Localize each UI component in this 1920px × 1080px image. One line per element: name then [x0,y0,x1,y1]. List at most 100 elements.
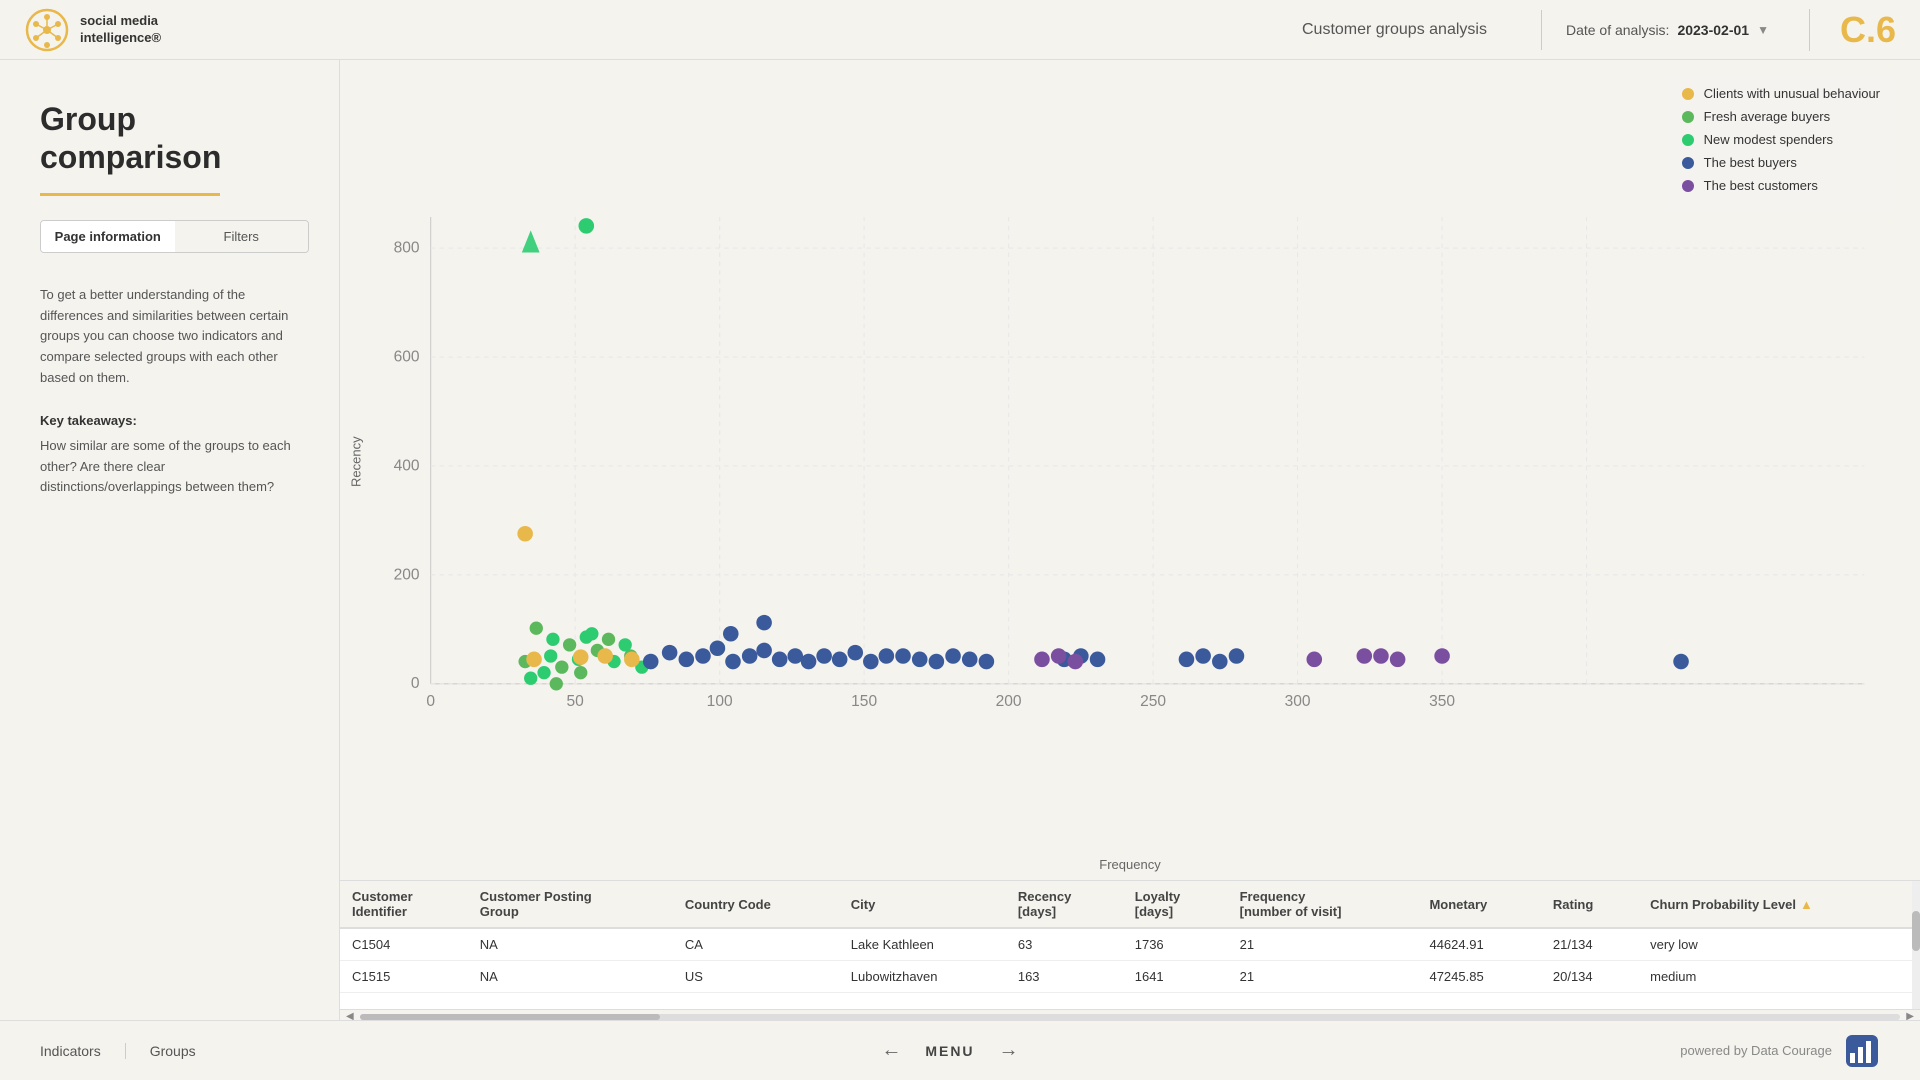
table-header-row: CustomerIdentifier Customer PostingGroup… [340,881,1920,928]
cell-recency-1: 63 [1006,928,1123,961]
vertical-scrollbar[interactable] [1912,881,1920,1009]
cell-posting-1: NA [468,928,673,961]
content-area: Recency 0 200 400 [340,60,1920,1020]
cell-id-2: C1515 [340,961,468,993]
sidebar-key-takeaways-label: Key takeaways: [40,413,309,428]
sidebar-title: Groupcomparison [40,100,309,177]
legend-item-fresh: Fresh average buyers [1682,109,1880,124]
data-table: CustomerIdentifier Customer PostingGroup… [340,881,1920,993]
cell-posting-2: NA [468,961,673,993]
sidebar-underline [40,193,220,196]
legend: Clients with unusual behaviour Fresh ave… [1666,76,1896,211]
svg-text:100: 100 [707,693,733,710]
footer-right: powered by Data Courage [1680,1033,1880,1069]
scroll-right-icon[interactable]: ▶ [1900,1011,1920,1020]
svg-text:0: 0 [426,693,435,710]
svg-text:400: 400 [394,457,420,474]
sidebar: Groupcomparison Page information Filters… [0,60,340,1020]
date-area: Date of analysis: 2023-02-01 ▼ [1566,22,1769,38]
legend-item-best-customers: The best customers [1682,178,1880,193]
cell-country-1: CA [673,928,839,961]
svg-text:350: 350 [1429,693,1455,710]
scrollbar-thumb-v [1912,911,1920,951]
legend-label-best-customers: The best customers [1704,178,1818,193]
col-monetary[interactable]: Monetary [1417,881,1540,928]
footer-nav-indicators[interactable]: Indicators [40,1043,126,1059]
cell-id-1: C1504 [340,928,468,961]
svg-text:200: 200 [394,566,420,583]
logo-text: social media intelligence® [80,13,161,47]
header: social media intelligence® Customer grou… [0,0,1920,60]
horizontal-scrollbar[interactable] [360,1014,1901,1020]
legend-dot-best-customers [1682,180,1694,192]
cell-loyalty-1: 1736 [1123,928,1228,961]
powered-by-text: powered by Data Courage [1680,1043,1832,1058]
logo-area: social media intelligence® [24,7,364,53]
cell-churn-2: medium [1638,961,1920,993]
legend-dot-modest [1682,134,1694,146]
tab-filters[interactable]: Filters [175,221,309,252]
col-recency[interactable]: Recency[days] [1006,881,1123,928]
col-loyalty[interactable]: Loyalty[days] [1123,881,1228,928]
svg-text:200: 200 [996,693,1022,710]
scatter-container: Recency 0 200 400 [340,60,1920,853]
date-label: Date of analysis: [1566,22,1670,38]
header-title: Customer groups analysis [1302,21,1517,39]
header-center: Customer groups analysis Date of analysi… [364,9,1896,51]
footer-nav: Indicators Groups [40,1043,220,1059]
col-customer-posting-group[interactable]: Customer PostingGroup [468,881,673,928]
footer-nav-groups[interactable]: Groups [150,1043,220,1059]
table-row: C1515 NA US Lubowitzhaven 163 1641 21 47… [340,961,1920,993]
legend-label-fresh: Fresh average buyers [1704,109,1830,124]
tab-page-information[interactable]: Page information [41,221,175,252]
cell-monetary-1: 44624.91 [1417,928,1540,961]
legend-label-modest: New modest spenders [1704,132,1833,147]
cell-rating-2: 20/134 [1541,961,1638,993]
cell-country-2: US [673,961,839,993]
col-city[interactable]: City [839,881,1006,928]
col-churn[interactable]: Churn Probability Level▲ [1638,881,1920,928]
cell-recency-2: 163 [1006,961,1123,993]
cell-frequency-2: 21 [1228,961,1418,993]
col-rating[interactable]: Rating [1541,881,1638,928]
main-layout: Groupcomparison Page information Filters… [0,60,1920,1020]
scrollbar-thumb-h [360,1014,660,1020]
col-frequency[interactable]: Frequency[number of visit] [1228,881,1418,928]
legend-item-modest: New modest spenders [1682,132,1880,147]
svg-text:300: 300 [1285,693,1311,710]
scroll-left-icon[interactable]: ◀ [340,1011,360,1020]
date-dropdown-icon[interactable]: ▼ [1757,23,1769,37]
footer-center: ← MENU → [220,1039,1681,1062]
legend-dot-unusual [1682,88,1694,100]
svg-text:150: 150 [851,693,877,710]
date-value: 2023-02-01 [1677,22,1749,38]
col-country-code[interactable]: Country Code [673,881,839,928]
cell-city-1: Lake Kathleen [839,928,1006,961]
sidebar-description: To get a better understanding of the dif… [40,285,309,389]
cell-loyalty-2: 1641 [1123,961,1228,993]
sidebar-key-takeaways-body: How similar are some of the groups to ea… [40,436,309,498]
cell-monetary-2: 47245.85 [1417,961,1540,993]
sidebar-tabs: Page information Filters [40,220,309,253]
svg-text:800: 800 [394,240,420,257]
cell-city-2: Lubowitzhaven [839,961,1006,993]
cell-churn-1: very low [1638,928,1920,961]
footer: Indicators Groups ← MENU → powered by Da… [0,1020,1920,1080]
svg-text:250: 250 [1140,693,1166,710]
legend-dot-fresh [1682,111,1694,123]
legend-dot-best-buyers [1682,157,1694,169]
logo-icon [24,7,70,53]
horizontal-scrollbar-container: ◀ ▶ [340,1009,1920,1020]
cell-rating-1: 21/134 [1541,928,1638,961]
footer-menu-button[interactable]: MENU [925,1043,974,1059]
powered-by-logo [1844,1033,1880,1069]
svg-text:50: 50 [567,693,585,710]
legend-item-unusual: Clients with unusual behaviour [1682,86,1880,101]
header-divider [1541,10,1542,50]
table-row: C1504 NA CA Lake Kathleen 63 1736 21 446… [340,928,1920,961]
legend-label-unusual: Clients with unusual behaviour [1704,86,1880,101]
footer-prev-icon[interactable]: ← [881,1039,901,1062]
legend-label-best-buyers: The best buyers [1704,155,1797,170]
col-customer-identifier[interactable]: CustomerIdentifier [340,881,468,928]
footer-next-icon[interactable]: → [999,1039,1019,1062]
